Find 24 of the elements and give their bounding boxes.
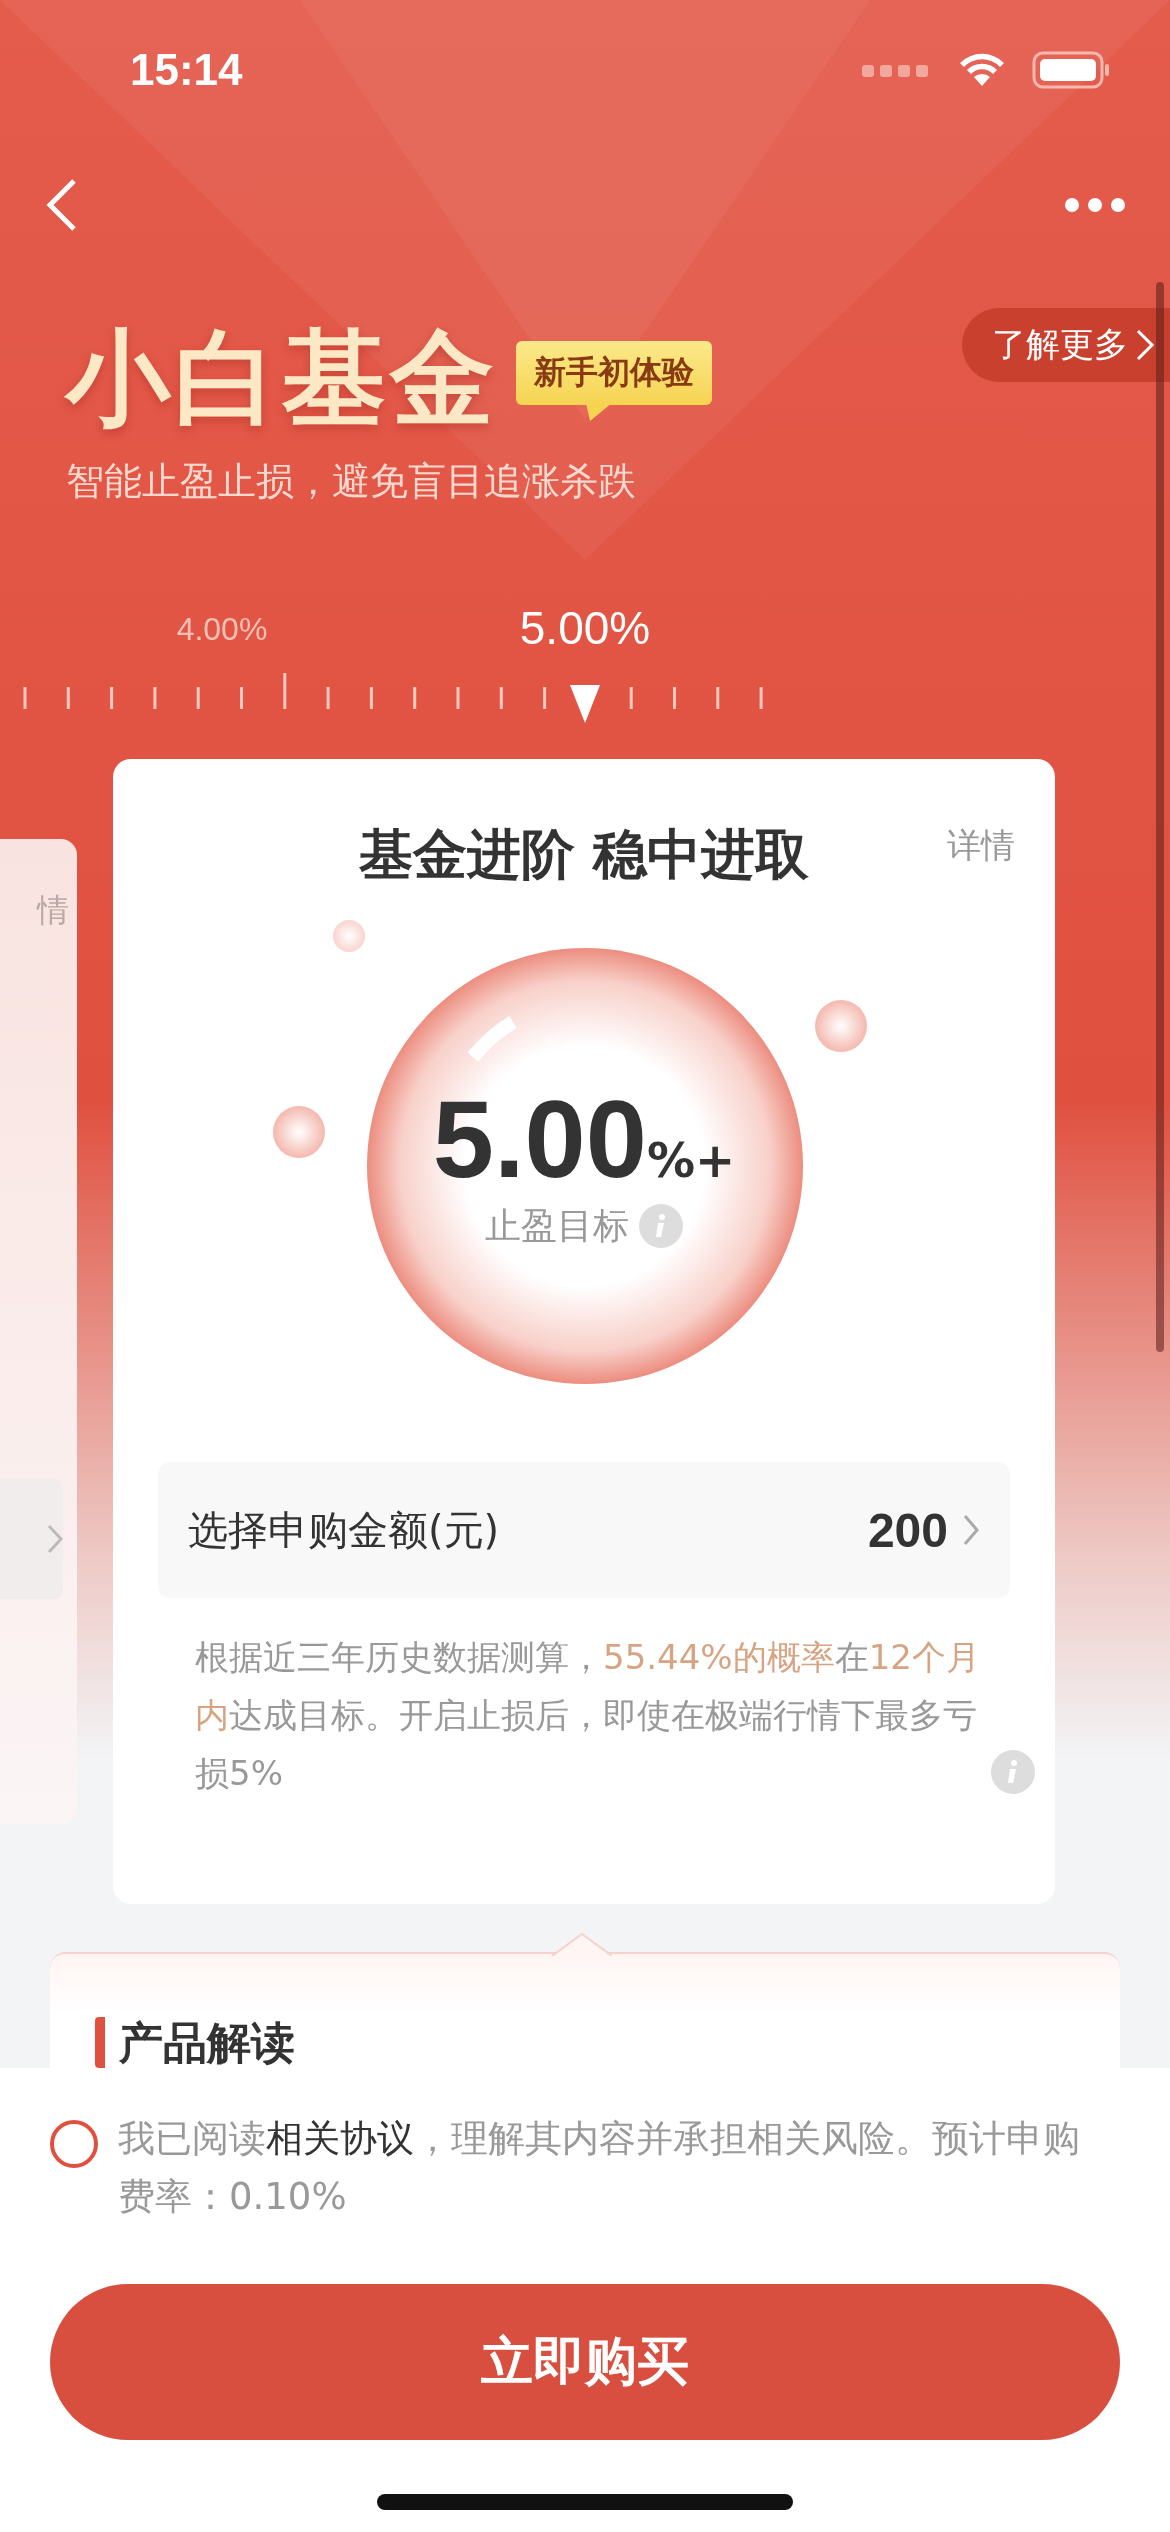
- battery-icon: [1032, 51, 1110, 89]
- ruler-value[interactable]: 5.00%: [519, 601, 651, 655]
- learn-more-link[interactable]: 了解更多: [962, 308, 1170, 382]
- page-title: 小白基金: [66, 316, 498, 441]
- ruler-value[interactable]: 4.00%: [176, 611, 268, 648]
- card-title: 基金进阶 稳中进取: [358, 822, 810, 888]
- buy-button[interactable]: 立即购买: [50, 2284, 1120, 2440]
- agreement-text: 我已阅读相关协议，理解其内容并承担相关风险。预计申购费率：0.10%: [118, 2116, 1081, 2220]
- estimate-text: 根据近三年历史数据测算，55.44%的概率在12个月内达成目标。开启止损后，即使在极端行情下最多亏损5%: [195, 1636, 981, 1795]
- target-label: 止盈目标: [485, 1203, 629, 1248]
- target-value: 5.00: [432, 1083, 647, 1194]
- chevron-icon: [1134, 327, 1156, 363]
- back-icon[interactable]: [44, 177, 78, 233]
- status-time: 15:14: [130, 45, 243, 95]
- wifi-icon: [958, 52, 1006, 88]
- page-subtitle: 智能止盈止损，避免盲目追涨杀跌: [66, 458, 637, 505]
- chevron-icon: [47, 1524, 63, 1554]
- chevron-icon: [962, 1513, 980, 1547]
- target-unit: %+: [646, 1131, 736, 1188]
- more-icon[interactable]: [1064, 197, 1126, 213]
- detail-link[interactable]: 详情: [947, 823, 1015, 869]
- agree-radio[interactable]: [50, 2120, 98, 2168]
- speech-tail-icon: [586, 403, 612, 421]
- amount-selector[interactable]: 选择申购金额(元) 200: [158, 1462, 1010, 1598]
